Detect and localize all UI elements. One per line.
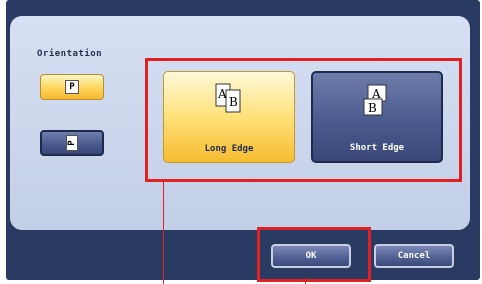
svg-text:B: B bbox=[368, 101, 377, 115]
ok-button[interactable]: OK bbox=[271, 244, 351, 268]
svg-text:B: B bbox=[229, 95, 238, 109]
binding-callout-line bbox=[163, 182, 164, 284]
long-edge-button[interactable]: A B Long Edge bbox=[163, 71, 295, 163]
long-edge-binding-icon: A B bbox=[214, 82, 244, 120]
ok-callout-line bbox=[305, 278, 306, 284]
cancel-button[interactable]: Cancel bbox=[374, 244, 454, 268]
short-edge-button[interactable]: A B Short Edge bbox=[311, 71, 443, 163]
orientation-portrait-button[interactable]: P bbox=[40, 74, 104, 100]
long-edge-label: Long Edge bbox=[204, 144, 254, 154]
short-edge-label: Short Edge bbox=[349, 143, 405, 153]
orientation-landscape-button[interactable]: P bbox=[40, 130, 104, 156]
short-edge-binding-icon: A B bbox=[360, 83, 394, 123]
svg-text:A: A bbox=[217, 87, 227, 101]
landscape-page-icon: P bbox=[66, 135, 78, 151]
svg-text:A: A bbox=[371, 87, 381, 101]
orientation-label: Orientation bbox=[37, 49, 103, 59]
portrait-page-icon: P bbox=[65, 80, 79, 94]
